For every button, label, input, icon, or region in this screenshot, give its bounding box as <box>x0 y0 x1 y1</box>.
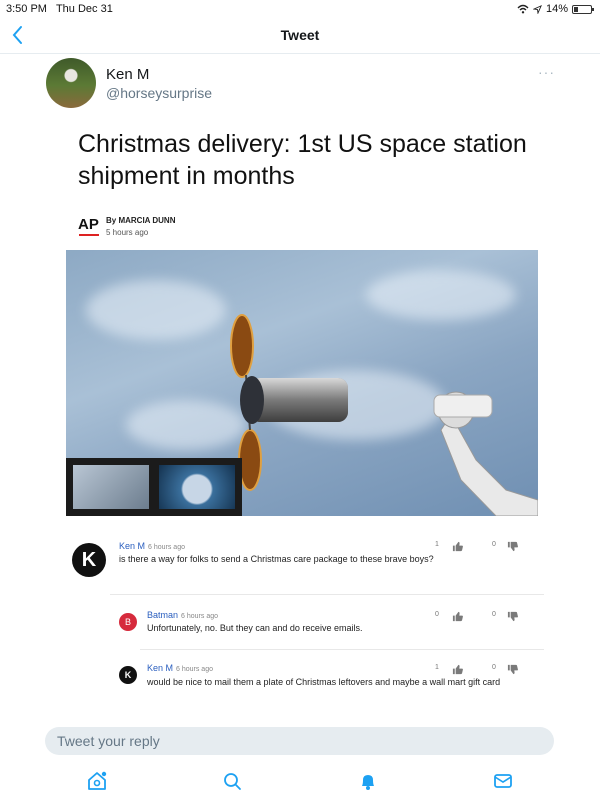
photo-thumbnail[interactable] <box>73 465 149 509</box>
status-right: 14% <box>517 3 594 15</box>
author-handle[interactable]: @horseysurprise <box>106 85 212 101</box>
thumbs-up-icon[interactable] <box>452 611 463 622</box>
comment-divider <box>140 649 544 650</box>
ap-logo: AP <box>78 216 99 233</box>
dislike-count: 0 <box>492 541 496 548</box>
wifi-icon <box>517 4 529 14</box>
like-count: 1 <box>435 541 439 548</box>
thumbs-down-icon[interactable] <box>507 541 518 552</box>
battery-percent: 14% <box>545 3 568 15</box>
home-icon[interactable] <box>86 770 108 792</box>
comment-author-name[interactable]: Ken M <box>119 541 145 551</box>
comment-time: 6 hours ago <box>176 666 213 673</box>
comment-author-name[interactable]: Batman <box>147 610 178 620</box>
comment-author[interactable]: Ken M6 hours ago <box>147 663 213 673</box>
status-date: Thu Dec 31 <box>55 3 113 15</box>
comment-avatar[interactable]: B <box>119 613 137 631</box>
more-options-icon[interactable]: ··· <box>538 64 555 80</box>
article-photo[interactable] <box>66 250 538 516</box>
comment-author-name[interactable]: Ken M <box>147 663 173 673</box>
thumbs-down-icon[interactable] <box>507 611 518 622</box>
comment-text: is there a way for folks to send a Chris… <box>119 554 434 564</box>
comment-avatar[interactable]: K <box>72 543 106 577</box>
photo-thumbnail[interactable] <box>159 465 235 509</box>
status-time-date: 3:50 PM Thu Dec 31 <box>6 3 113 15</box>
article-time: 5 hours ago <box>106 228 149 237</box>
author-name[interactable]: Ken M <box>106 66 149 83</box>
tab-bar <box>0 762 600 800</box>
comment-author[interactable]: Ken M6 hours ago <box>119 541 185 551</box>
photo-thumbnail-strip <box>66 458 242 516</box>
page-title: Tweet <box>280 27 320 43</box>
thumbs-up-icon[interactable] <box>452 664 463 675</box>
comment-author[interactable]: Batman 6 hours ago <box>147 610 218 620</box>
status-bar: 3:50 PM Thu Dec 31 14% <box>0 0 600 18</box>
navigation-bar: Tweet <box>0 18 600 54</box>
article-headline[interactable]: Christmas delivery: 1st US space station… <box>78 128 538 192</box>
battery-icon <box>572 4 594 14</box>
comment-divider <box>110 594 544 595</box>
like-count: 0 <box>435 611 439 618</box>
comment-text: would be nice to mail them a plate of Ch… <box>147 677 501 687</box>
thumbs-down-icon[interactable] <box>507 664 518 675</box>
author-avatar[interactable] <box>46 58 96 108</box>
ap-logo-underline <box>79 234 99 236</box>
search-icon[interactable] <box>221 770 243 792</box>
comment-text: Unfortunately, no. But they can and do r… <box>147 623 363 633</box>
comment-time: 6 hours ago <box>148 544 185 551</box>
comment-avatar[interactable]: K <box>119 666 137 684</box>
notifications-icon[interactable] <box>357 770 379 792</box>
dislike-count: 0 <box>492 611 496 618</box>
like-count: 1 <box>435 664 439 671</box>
status-time: 3:50 PM <box>6 3 47 15</box>
reply-input[interactable]: Tweet your reply <box>45 727 554 755</box>
location-icon <box>532 4 542 14</box>
messages-icon[interactable] <box>492 770 514 792</box>
comment-time: 6 hours ago <box>181 613 219 620</box>
article-byline: By MARCIA DUNN <box>106 216 176 225</box>
dislike-count: 0 <box>492 664 496 671</box>
thumbs-up-icon[interactable] <box>452 541 463 552</box>
